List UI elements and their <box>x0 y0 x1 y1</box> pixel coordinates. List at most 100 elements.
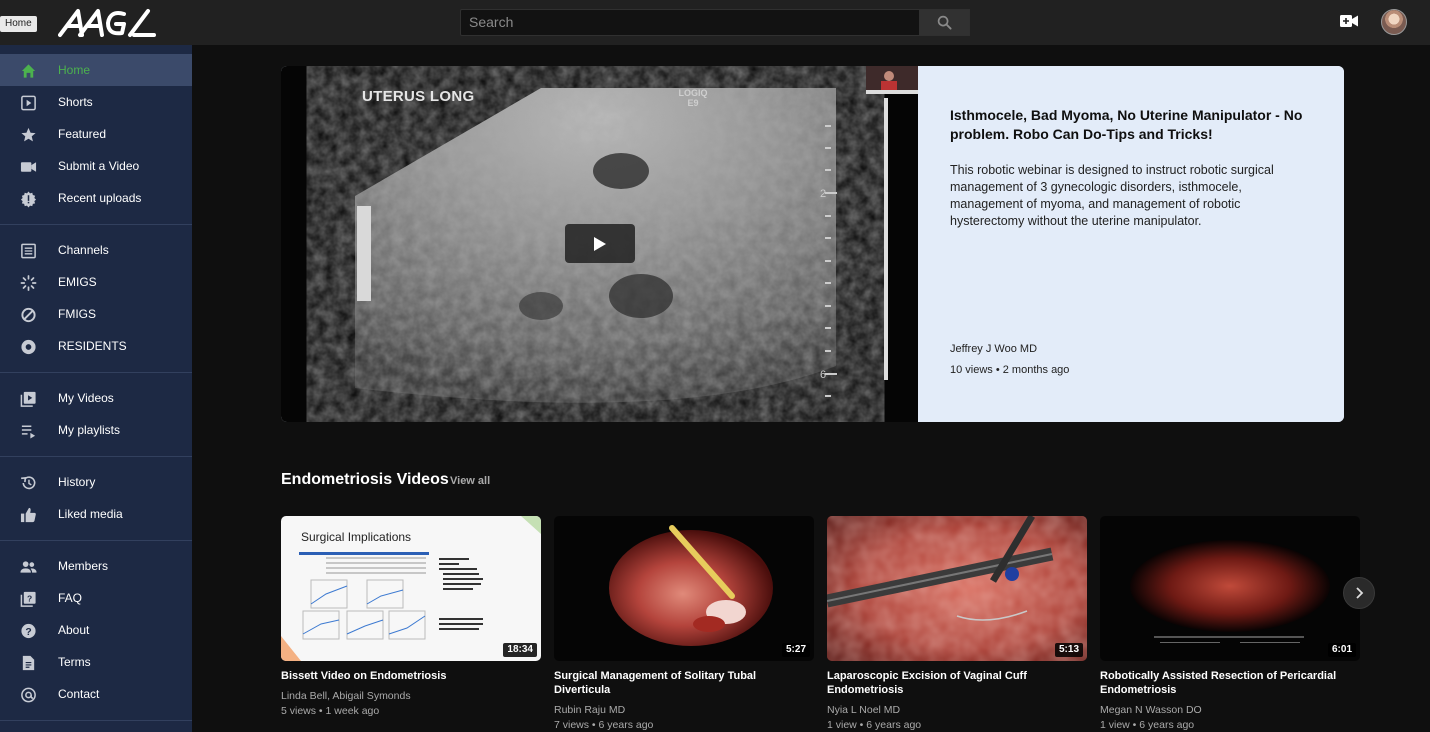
home-icon <box>20 62 37 79</box>
document-icon <box>20 654 37 671</box>
video-author[interactable]: Nyia L Noel MD <box>827 704 1087 717</box>
sidebar-item-contact[interactable]: Contact <box>0 678 192 710</box>
sidebar-item-faq[interactable]: ? FAQ <box>0 582 192 614</box>
my-videos-icon <box>20 390 37 407</box>
sidebar-item-my-playlists[interactable]: My playlists <box>0 414 192 446</box>
featured-meta: 10 views • 2 months ago <box>950 364 1070 376</box>
sidebar-item-liked-media[interactable]: Liked media <box>0 498 192 530</box>
sidebar-item-emigs[interactable]: EMIGS <box>0 266 192 298</box>
sidebar-item-label: Members <box>58 559 109 573</box>
sidebar-item-label: Liked media <box>58 507 123 521</box>
sidebar-item-label: EMIGS <box>58 275 97 289</box>
featured-description: This robotic webinar is designed to inst… <box>950 163 1274 228</box>
video-thumbnail[interactable]: 5:27 <box>554 516 814 661</box>
video-thumbnail[interactable]: Surgical Implications 18:34 <box>281 516 541 661</box>
video-card[interactable]: 5:13 Laparoscopic Excision of Vaginal Cu… <box>827 516 1087 732</box>
sidebar-item-label: Featured <box>58 127 107 141</box>
featured-title[interactable]: Isthmocele, Bad Myoma, No Uterine Manipu… <box>950 106 1310 144</box>
video-author[interactable]: Rubin Raju MD <box>554 704 814 717</box>
video-thumbnail[interactable]: 6:01 <box>1100 516 1360 661</box>
search-input[interactable]: Search <box>460 9 920 36</box>
sidebar-item-home[interactable]: Home <box>0 54 192 86</box>
channels-icon <box>20 242 37 259</box>
video-card[interactable]: 6:01 Robotically Assisted Resection of P… <box>1100 516 1360 732</box>
sidebar-item-about[interactable]: ? About <box>0 614 192 646</box>
video-title[interactable]: Laparoscopic Excision of Vaginal Cuff En… <box>827 669 1085 697</box>
video-duration: 18:34 <box>503 643 537 657</box>
at-sign-icon <box>20 686 37 703</box>
video-duration: 6:01 <box>1327 643 1356 657</box>
sidebar-divider <box>0 720 192 721</box>
sidebar-item-label: FMIGS <box>58 307 96 321</box>
featured-player[interactable]: 2 6 UTERUS LONG LOGIQ E9 <box>281 66 918 422</box>
video-author[interactable]: Linda Bell, Abigail Symonds <box>281 690 541 703</box>
sidebar-item-submit-a-video[interactable]: Submit a Video <box>0 150 192 182</box>
video-duration: 5:27 <box>781 643 810 657</box>
sidebar-item-terms[interactable]: Terms <box>0 646 192 678</box>
ultrasound-label: UTERUS LONG <box>362 88 475 105</box>
sidebar-item-label: Submit a Video <box>58 159 140 173</box>
sidebar-item-label: RESIDENTS <box>58 339 127 353</box>
history-icon <box>20 474 37 491</box>
video-title[interactable]: Robotically Assisted Resection of Perica… <box>1100 669 1358 697</box>
section-title: Endometriosis Videos <box>281 471 449 488</box>
search-button[interactable] <box>919 9 970 36</box>
slide-graphic <box>281 516 541 661</box>
sidebar-item-history[interactable]: History <box>0 466 192 498</box>
robotic-surgery-frame <box>1130 540 1330 643</box>
shorts-icon <box>20 94 37 111</box>
sidebar-item-recent-uploads[interactable]: Recent uploads <box>0 182 192 214</box>
surgery-frame <box>827 516 1087 661</box>
playlist-icon <box>20 422 37 439</box>
user-avatar[interactable] <box>1381 9 1407 35</box>
view-all-link[interactable]: View all <box>450 475 490 487</box>
video-title[interactable]: Bissett Video on Endometriosis <box>281 669 539 683</box>
sidebar-item-label: History <box>58 475 96 489</box>
featured-author[interactable]: Jeffrey J Woo MD <box>950 343 1037 355</box>
sidebar-item-label: About <box>58 623 90 637</box>
play-icon <box>594 236 606 251</box>
sidebar-item-shorts[interactable]: Shorts <box>0 86 192 118</box>
recent-uploads-icon <box>20 190 37 207</box>
video-meta: 7 views • 6 years ago <box>554 719 654 731</box>
fmigs-icon <box>20 306 37 323</box>
sidebar-item-my-videos[interactable]: My Videos <box>0 382 192 414</box>
video-meta: 5 views • 1 week ago <box>281 705 380 717</box>
video-thumbnail[interactable]: 5:13 <box>827 516 1087 661</box>
sidebar-item-label: Contact <box>58 687 100 701</box>
search-icon <box>937 15 952 30</box>
carousel-next-button[interactable] <box>1343 577 1375 609</box>
upload-video-icon[interactable] <box>1340 14 1358 30</box>
sidebar-divider <box>0 456 192 457</box>
sidebar-item-residents[interactable]: RESIDENTS <box>0 330 192 362</box>
sidebar-item-label: My Videos <box>58 391 114 405</box>
sidebar-item-label: Home <box>58 63 91 77</box>
thumbs-up-icon <box>20 506 37 523</box>
sidebar-item-fmigs[interactable]: FMIGS <box>0 298 192 330</box>
sidebar-divider <box>0 372 192 373</box>
faq-icon: ? <box>20 590 37 607</box>
sidebar-item-channels[interactable]: Channels <box>0 234 192 266</box>
machine-label: LOGIQ E9 <box>678 88 708 108</box>
sidebar-item-label: Channels <box>58 243 109 257</box>
play-button[interactable] <box>565 224 635 263</box>
video-card[interactable]: 5:27 Surgical Management of Solitary Tub… <box>554 516 814 732</box>
members-icon <box>20 558 37 575</box>
video-camera-icon <box>20 158 37 175</box>
emigs-icon <box>20 274 37 291</box>
aagl-logo[interactable] <box>58 6 158 38</box>
video-author[interactable]: Megan N Wasson DO <box>1100 704 1360 717</box>
sidebar-item-label: Shorts <box>58 95 93 109</box>
sidebar: Home Shorts Featured Submit a Video Recent u… <box>0 45 192 732</box>
video-card[interactable]: Surgical Implications 18:34 Bissett Vide… <box>281 516 541 718</box>
svg-text:6: 6 <box>820 369 826 381</box>
help-icon: ? <box>20 622 37 639</box>
sidebar-item-members[interactable]: Members <box>0 550 192 582</box>
video-meta: 1 view • 6 years ago <box>1100 719 1195 731</box>
featured-info: Isthmocele, Bad Myoma, No Uterine Manipu… <box>918 66 1344 422</box>
top-bar: Search <box>0 0 1430 45</box>
svg-text:?: ? <box>27 593 32 603</box>
sidebar-divider <box>0 224 192 225</box>
sidebar-item-featured[interactable]: Featured <box>0 118 192 150</box>
video-title[interactable]: Surgical Management of Solitary Tubal Di… <box>554 669 812 697</box>
